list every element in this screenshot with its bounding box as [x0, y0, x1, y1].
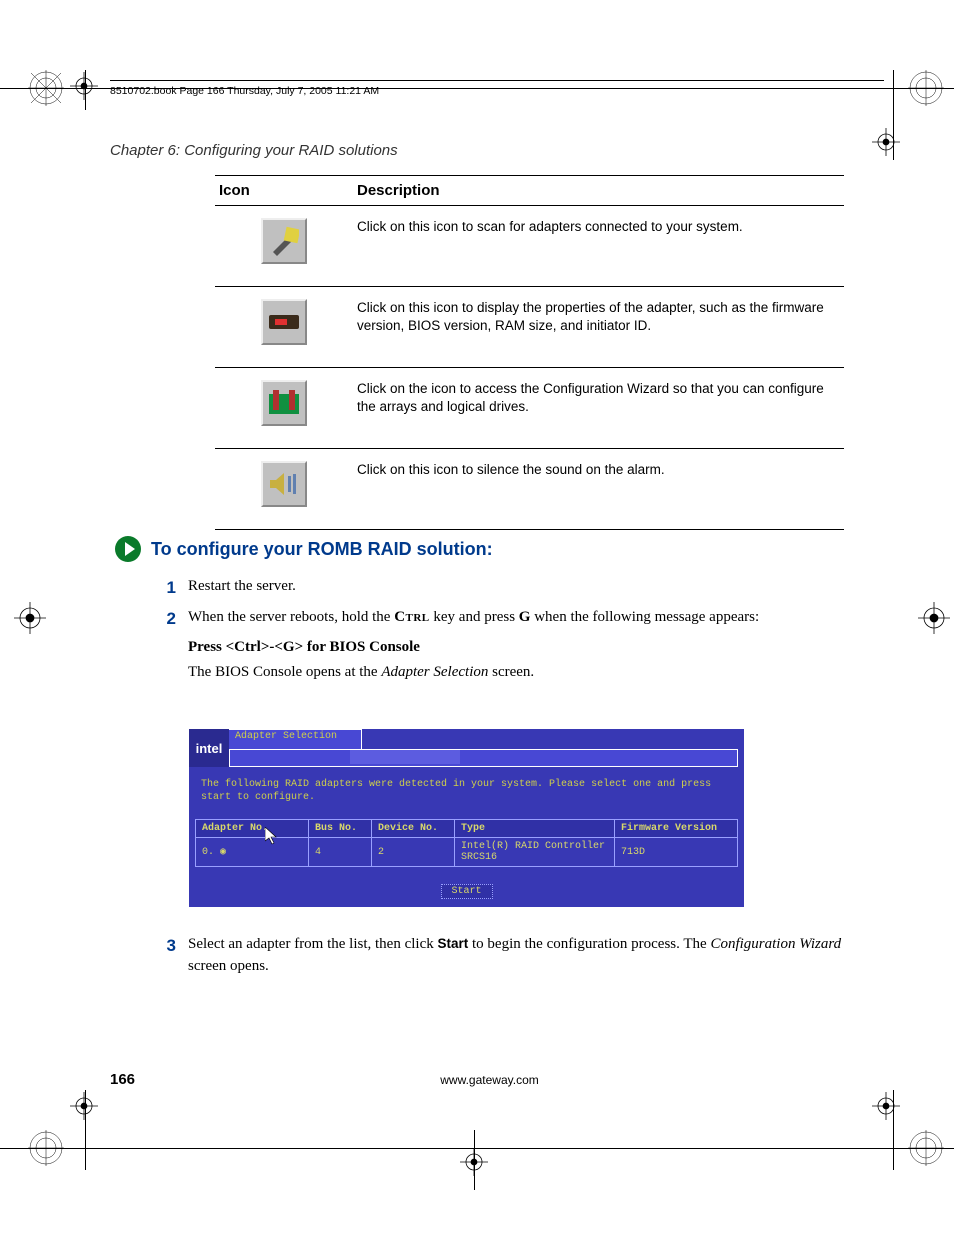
step-body: Restart the server.	[188, 576, 844, 601]
section-heading: To configure your ROMB RAID solution:	[151, 539, 493, 560]
footer-url: www.gateway.com	[135, 1073, 844, 1087]
table-row: Click on this icon to silence the sound …	[215, 449, 844, 530]
step-3-container: 3 Select an adapter from the list, then …	[160, 928, 844, 984]
bios-menu-highlight	[350, 750, 460, 764]
content-column: Icon Description Click on this icon to s…	[215, 175, 844, 530]
scan-adapters-icon	[261, 218, 307, 264]
bios-th-fw: Firmware Version	[615, 820, 738, 838]
step-number: 1	[160, 576, 176, 601]
step-number: 2	[160, 607, 176, 632]
silence-alarm-icon	[261, 461, 307, 507]
trim-line-right	[893, 70, 894, 160]
start-label: Start	[438, 936, 469, 951]
step-1: 1 Restart the server.	[160, 576, 844, 601]
cursor-icon	[265, 827, 279, 845]
bios-th-bus: Bus No.	[309, 820, 372, 838]
chapter-title: Chapter 6: Configuring your RAID solutio…	[110, 142, 398, 159]
step-number: 3	[160, 934, 176, 978]
steps-list: 1 Restart the server. 2 When the server …	[160, 570, 844, 687]
crosshair-left	[12, 600, 48, 636]
step-body: Select an adapter from the list, then cl…	[188, 934, 844, 978]
bios-th-type: Type	[455, 820, 615, 838]
bios-cell-fw: 713D	[615, 838, 738, 867]
icon-description-table: Icon Description Click on this icon to s…	[215, 175, 844, 530]
table-row: Click on this icon to scan for adapters …	[215, 206, 844, 287]
step-body: When the server reboots, hold the Ctrl k…	[188, 607, 844, 632]
adapter-properties-icon	[261, 299, 307, 345]
bios-cell-adapter: 0. ◉	[196, 838, 309, 867]
trim-line-left-bottom	[85, 1090, 86, 1170]
table-cell-description: Click on this icon to scan for adapters …	[353, 206, 844, 287]
configuration-wizard-icon	[261, 380, 307, 426]
bios-cell-device: 2	[372, 838, 455, 867]
step-2-substep: Press <Ctrl>-<G> for BIOS Console	[188, 639, 844, 656]
bios-subtitlebar	[229, 749, 738, 767]
key-ctrl: Ctrl	[394, 609, 429, 625]
table-cell-description: Click on this icon to display the proper…	[353, 287, 844, 368]
play-icon	[115, 536, 141, 562]
bios-th-adapter: Adapter No.	[196, 820, 309, 838]
crosshair-top-near	[70, 72, 106, 108]
section-heading-row: To configure your ROMB RAID solution:	[115, 536, 493, 562]
bios-screenshot: intel Adapter Selection The following RA…	[188, 728, 745, 908]
table-cell-description: Click on this icon to silence the sound …	[353, 449, 844, 530]
page-number: 166	[110, 1071, 135, 1088]
step-2: 2 When the server reboots, hold the Ctrl…	[160, 607, 844, 632]
table-header-description: Description	[353, 176, 844, 206]
bios-cell-bus: 4	[309, 838, 372, 867]
trim-line-center-bottom	[474, 1130, 475, 1190]
page: 8510702.book Page 166 Thursday, July 7, …	[0, 0, 954, 1235]
crosshair-bottom-near-left	[70, 1092, 106, 1128]
page-footer: 166 www.gateway.com	[110, 1071, 844, 1088]
bios-cell-type: Intel(R) RAID Controller SRCS16	[455, 838, 615, 867]
table-header-icon: Icon	[215, 176, 353, 206]
crosshair-top-near-right	[872, 128, 908, 164]
key-g: G	[519, 609, 531, 625]
intel-logo: intel	[189, 729, 229, 767]
bios-th-device: Device No.	[372, 820, 455, 838]
table-cell-description: Click on the icon to access the Configur…	[353, 368, 844, 449]
bios-title: Adapter Selection	[228, 729, 362, 751]
step-2-followup: The BIOS Console opens at the Adapter Se…	[188, 664, 844, 681]
running-header-text: 8510702.book Page 166 Thursday, July 7, …	[110, 85, 379, 97]
crosshair-right	[916, 600, 952, 636]
radio-dot-icon: ◉	[220, 847, 226, 858]
bios-start-button[interactable]: Start	[440, 884, 492, 899]
table-row: Click on the icon to access the Configur…	[215, 368, 844, 449]
trim-line-left	[85, 70, 86, 110]
trim-line-bottom	[0, 1148, 954, 1149]
trim-line-right-bottom	[893, 1090, 894, 1170]
crosshair-bottom-center	[460, 1148, 496, 1184]
running-header: 8510702.book Page 166 Thursday, July 7, …	[110, 80, 884, 97]
crosshair-bottom-near-right	[872, 1092, 908, 1128]
table-row: Click on this icon to display the proper…	[215, 287, 844, 368]
step-3: 3 Select an adapter from the list, then …	[160, 934, 844, 978]
bios-message: The following RAID adapters were detecte…	[201, 779, 732, 804]
